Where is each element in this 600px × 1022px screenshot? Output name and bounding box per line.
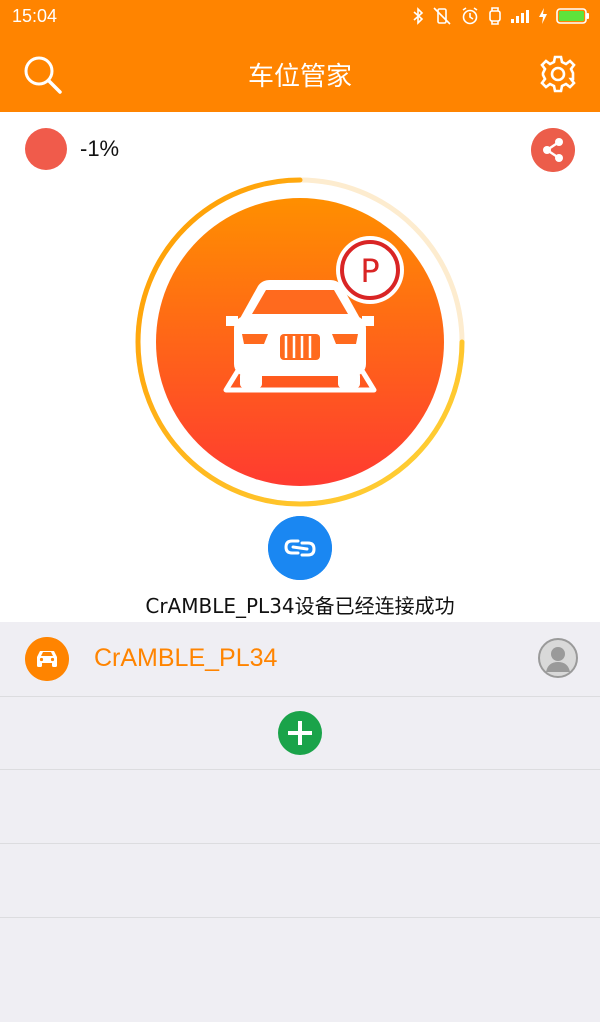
device-name[interactable]: CrAMBLE_PL34 [94, 644, 277, 673]
watch-icon [489, 7, 501, 25]
main-panel: -1% P CrAMBLE_PL34设备已经连接成功 [0, 112, 600, 622]
add-device-row [0, 697, 600, 770]
battery-icon [556, 8, 589, 24]
page-title: 车位管家 [247, 62, 352, 92]
parking-badge: P [336, 236, 404, 304]
device-row[interactable]: CrAMBLE_PL34 [0, 622, 600, 697]
car-device-icon [25, 637, 69, 681]
share-icon[interactable] [531, 128, 575, 172]
vibrate-off-icon [433, 7, 451, 25]
empty-row [0, 844, 600, 918]
user-avatar-icon[interactable] [538, 638, 578, 678]
charging-icon [539, 8, 547, 24]
status-icons [412, 6, 590, 26]
parking-gauge[interactable]: P [134, 176, 466, 508]
link-icon[interactable] [268, 516, 332, 580]
add-device-button[interactable] [278, 711, 322, 755]
battery-level-text: -1% [80, 136, 120, 161]
bluetooth-icon [413, 7, 424, 25]
alarm-icon [462, 7, 478, 25]
signal-icon [511, 10, 529, 23]
connection-status-text: CrAMBLE_PL34设备已经连接成功 [145, 594, 455, 618]
status-time: 15:04 [12, 6, 58, 26]
app-bar: 车位管家 [0, 34, 600, 112]
parking-badge-label: P [360, 252, 379, 290]
status-bar: 15:04 [0, 0, 600, 34]
empty-row [0, 770, 600, 844]
battery-indicator [25, 128, 67, 170]
gear-icon[interactable] [538, 54, 578, 94]
